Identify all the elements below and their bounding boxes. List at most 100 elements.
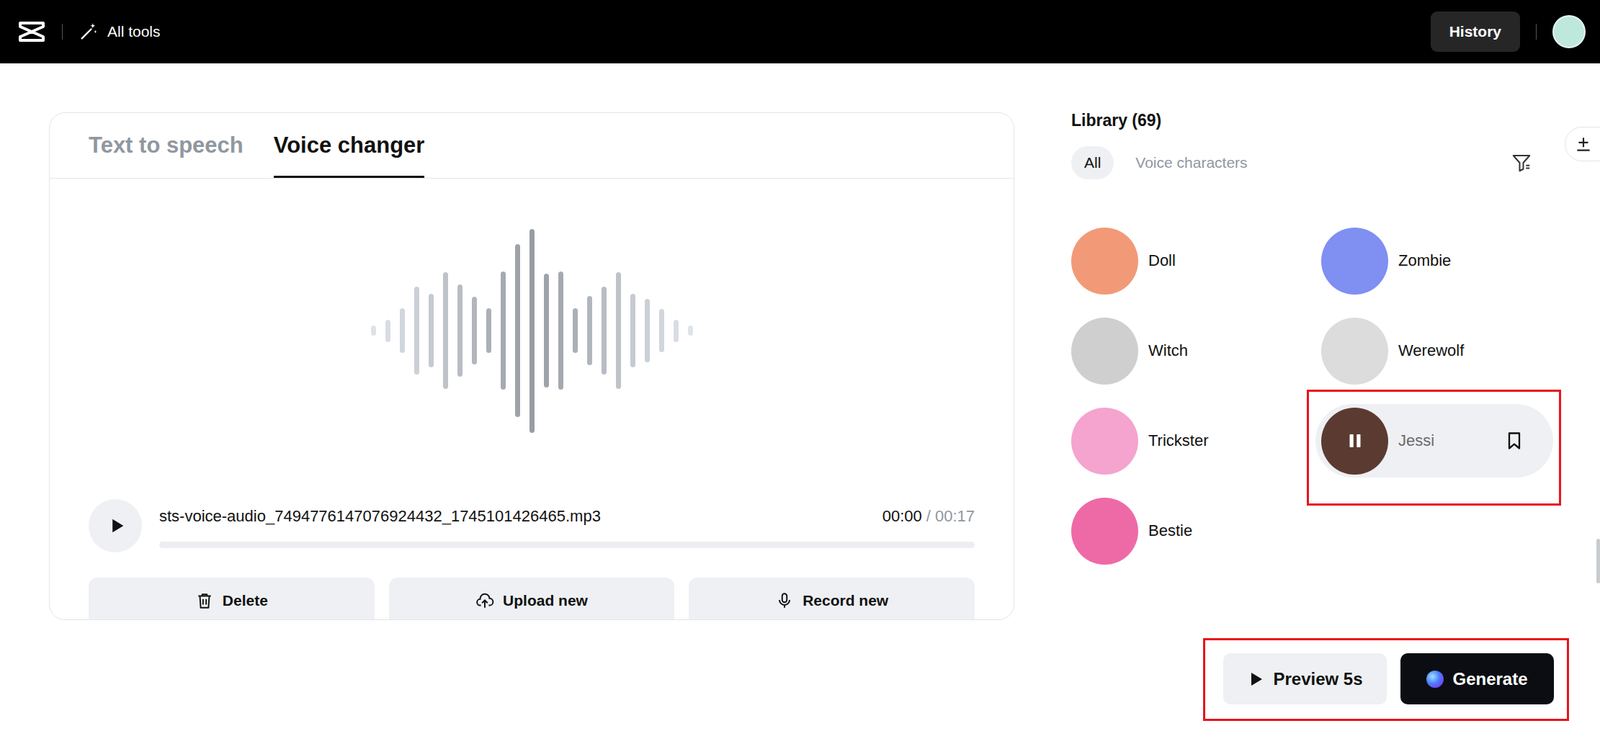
page: All tools History Text to speech Voice chan… (0, 0, 1600, 744)
waveform-bar (630, 293, 636, 368)
waveform-bar (659, 309, 665, 352)
waveform-bar (500, 271, 506, 390)
preview-label: Preview 5s (1272, 669, 1363, 690)
filter-row: AllVoice characters (1071, 146, 1554, 180)
voice-item[interactable]: Jessi (1315, 404, 1554, 478)
waveform-bar (587, 296, 593, 366)
voice-avatar (1321, 227, 1389, 295)
waveform-bar (457, 284, 463, 377)
filter-chips: AllVoice characters (1071, 146, 1261, 180)
tab[interactable]: Voice changer (273, 113, 426, 178)
waveform-bar (515, 244, 521, 418)
play-icon (1247, 670, 1265, 688)
file-name: sts-voice-audio_7494776147076924432_1745… (159, 507, 601, 526)
bookmark-icon[interactable] (1504, 430, 1525, 451)
trash-icon (195, 591, 214, 611)
capcut-logo-icon[interactable] (17, 19, 47, 44)
all-tools-label: All tools (107, 23, 161, 41)
audio-player: sts-voice-audio_7494776147076924432_1745… (49, 499, 1014, 553)
voice-item[interactable]: Zombie (1315, 224, 1554, 298)
history-button[interactable]: History (1430, 11, 1521, 52)
waveform-bar (543, 273, 549, 388)
waveform-bar (399, 308, 405, 353)
audio-button-label: Upload new (502, 592, 588, 610)
play-icon (106, 515, 127, 536)
filter-chip[interactable]: All (1071, 146, 1114, 180)
audio-button[interactable]: Delete (88, 577, 375, 620)
voice-name: Doll (1148, 251, 1287, 271)
waveform-bar (414, 286, 420, 375)
duration: 00:17 (935, 507, 975, 526)
action-bar: Preview 5s Generate (1071, 653, 1554, 705)
generate-label: Generate (1452, 669, 1528, 690)
waveform-bar (615, 272, 621, 389)
library-title: Library (69) (1071, 110, 1554, 131)
all-tools-menu[interactable]: All tools (78, 21, 161, 42)
audio-info: sts-voice-audio_7494776147076924432_1745… (159, 504, 975, 549)
waveform-bar (443, 272, 449, 389)
voice-name: Jessi (1398, 431, 1495, 451)
magic-wand-icon (78, 21, 99, 42)
tab[interactable]: Text to speech (88, 113, 244, 178)
scrollbar-thumb[interactable] (1596, 538, 1600, 584)
audio-button-label: Delete (222, 592, 268, 610)
waveform-bar (486, 308, 492, 353)
filter-icon[interactable] (1510, 152, 1533, 174)
top-bar-left: All tools (17, 19, 161, 44)
floating-button[interactable] (1564, 126, 1600, 162)
orb-icon (1426, 670, 1444, 688)
audio-button[interactable]: Upload new (389, 577, 676, 620)
waveform-bar (572, 308, 578, 353)
top-bar: All tools History (0, 0, 1600, 64)
waveform-bar (687, 325, 694, 336)
voice-name: Bestie (1148, 521, 1287, 541)
waveform-bar (601, 286, 607, 375)
sparkle-add-icon (1574, 134, 1593, 154)
audio-button-label: Record new (802, 592, 889, 610)
voice-avatar (1321, 407, 1389, 475)
voice-avatar (1071, 317, 1139, 385)
top-bar-right: History (1430, 11, 1586, 52)
time: 00:00/00:17 (882, 507, 975, 526)
voice-item[interactable]: Witch (1065, 314, 1316, 388)
voice-name: Zombie (1398, 251, 1525, 271)
waveform-bar (558, 271, 564, 390)
waveform-bar (371, 325, 377, 336)
preview-button[interactable]: Preview 5s (1223, 653, 1387, 705)
microphone-icon (775, 591, 794, 611)
voice-avatar (1321, 317, 1389, 385)
play-button[interactable] (88, 499, 142, 553)
voice-avatar (1071, 407, 1139, 475)
voice-list: Doll Zombie Witch Werewolf Trickster Jessi Bes… (1065, 224, 1554, 568)
user-avatar[interactable] (1552, 15, 1586, 49)
waveform-bar (428, 293, 434, 368)
voice-avatar (1071, 227, 1139, 295)
audio-button[interactable]: Record new (688, 577, 975, 620)
audio-line: sts-voice-audio_7494776147076924432_1745… (159, 507, 975, 526)
voice-name: Witch (1148, 341, 1287, 361)
separator-text: / (926, 507, 931, 526)
generate-button[interactable]: Generate (1400, 653, 1554, 705)
waveform-bar (471, 296, 477, 364)
separator (61, 23, 63, 40)
highlight-box (1306, 389, 1562, 506)
main: Text to speech Voice changer sts-voice-aud… (0, 63, 1600, 705)
voice-avatar (1071, 497, 1139, 565)
waveform-bar (529, 229, 535, 433)
filter-chip[interactable]: Voice characters (1122, 146, 1260, 180)
waveform-bar (644, 298, 650, 363)
voice-item[interactable]: Bestie (1065, 494, 1316, 568)
waveform (49, 178, 1014, 483)
voice-item[interactable]: Werewolf (1315, 314, 1554, 388)
progress-bar[interactable] (159, 541, 975, 549)
audio-buttons: Delete Upload new Record new (49, 577, 1014, 620)
voice-item[interactable]: Trickster (1065, 404, 1316, 478)
waveform-bars (371, 229, 694, 433)
voice-item[interactable]: Doll (1065, 224, 1316, 298)
current-time: 00:00 (882, 507, 923, 526)
waveform-bar (385, 319, 391, 343)
cloud-upload-icon (475, 591, 495, 611)
waveform-bar (673, 319, 679, 343)
voice-name: Werewolf (1398, 341, 1525, 361)
library-panel: Library (69) AllVoice characters Doll Zombi… (1071, 112, 1554, 705)
